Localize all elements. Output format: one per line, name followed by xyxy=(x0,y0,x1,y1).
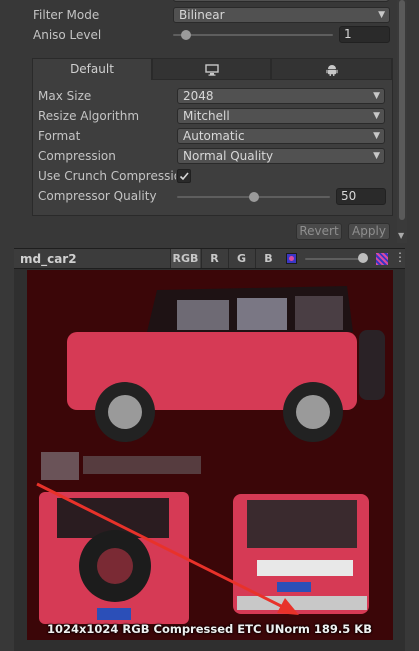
filter-mode-label: Filter Mode xyxy=(33,8,100,22)
chevron-down-icon: ▼ xyxy=(373,91,380,101)
compressor-quality-label: Compressor Quality xyxy=(38,189,157,203)
compressor-quality-knob[interactable] xyxy=(249,192,259,202)
chevron-down-icon: ▼ xyxy=(378,10,385,20)
platform-tabs: Default xyxy=(32,58,392,80)
compression-dropdown[interactable]: Normal Quality ▼ xyxy=(177,148,385,164)
car-texture-atlas xyxy=(36,286,385,624)
scrollbar-thumb[interactable] xyxy=(399,0,405,220)
crunch-compression-checkbox[interactable] xyxy=(177,169,191,183)
scroll-down-arrow-icon[interactable]: ▼ xyxy=(398,231,404,240)
channel-b-button[interactable]: B xyxy=(255,249,281,268)
tab-android[interactable] xyxy=(271,58,392,80)
filter-mode-value: Bilinear xyxy=(179,8,225,22)
resize-algorithm-label: Resize Algorithm xyxy=(38,109,140,123)
max-size-label: Max Size xyxy=(38,89,92,103)
tab-standalone[interactable] xyxy=(152,58,271,80)
alpha-toggle-icon[interactable] xyxy=(286,253,297,264)
preview-menu-icon[interactable]: ⋮ xyxy=(394,250,406,264)
filter-mode-dropdown[interactable]: Bilinear ▼ xyxy=(173,7,390,23)
compression-value: Normal Quality xyxy=(183,149,274,163)
revert-button[interactable]: Revert xyxy=(296,223,342,240)
top-partial-row xyxy=(33,0,389,2)
car-front-view xyxy=(233,494,369,614)
compression-label: Compression xyxy=(38,149,116,163)
car-side-view xyxy=(67,286,385,442)
texture-preview-image xyxy=(27,270,393,640)
monitor-icon xyxy=(204,64,219,76)
channel-rgb-button[interactable]: RGB xyxy=(170,249,200,268)
chevron-down-icon: ▼ xyxy=(373,151,380,161)
tab-default-label: Default xyxy=(70,62,114,76)
channel-r-button[interactable]: R xyxy=(201,249,227,268)
preview-asset-name: md_car2 xyxy=(20,252,77,266)
car-rear-view xyxy=(39,492,189,624)
resize-algorithm-value: Mitchell xyxy=(183,109,230,123)
crunch-compression-label: Use Crunch Compression xyxy=(38,169,176,183)
texture-info: 1024x1024 RGB Compressed ETC UNorm 189.5… xyxy=(47,622,372,636)
mip-slider-knob[interactable] xyxy=(358,253,368,263)
chevron-down-icon: ▼ xyxy=(373,111,380,121)
mip-level-icon[interactable] xyxy=(376,253,388,265)
aniso-slider-track[interactable] xyxy=(173,34,333,36)
max-size-value: 2048 xyxy=(183,89,214,103)
format-dropdown[interactable]: Automatic ▼ xyxy=(177,128,385,144)
format-label: Format xyxy=(38,129,81,143)
chevron-down-icon: ▼ xyxy=(373,131,380,141)
channel-g-button[interactable]: G xyxy=(228,249,254,268)
apply-button[interactable]: Apply xyxy=(348,223,390,240)
aniso-level-field[interactable]: 1 xyxy=(339,26,390,43)
max-size-dropdown[interactable]: 2048 ▼ xyxy=(177,88,385,104)
aniso-slider-knob[interactable] xyxy=(181,30,191,40)
tab-default[interactable]: Default xyxy=(32,58,152,80)
checkmark-icon xyxy=(179,172,189,181)
android-icon xyxy=(325,65,338,76)
resize-algorithm-dropdown[interactable]: Mitchell ▼ xyxy=(177,108,385,124)
aniso-level-label: Aniso Level xyxy=(33,28,102,42)
partial-dropdown[interactable] xyxy=(173,0,389,2)
compressor-quality-field[interactable]: 50 xyxy=(336,188,386,205)
inspector-scrollbar[interactable]: ▼ xyxy=(397,0,407,243)
format-value: Automatic xyxy=(183,129,245,143)
